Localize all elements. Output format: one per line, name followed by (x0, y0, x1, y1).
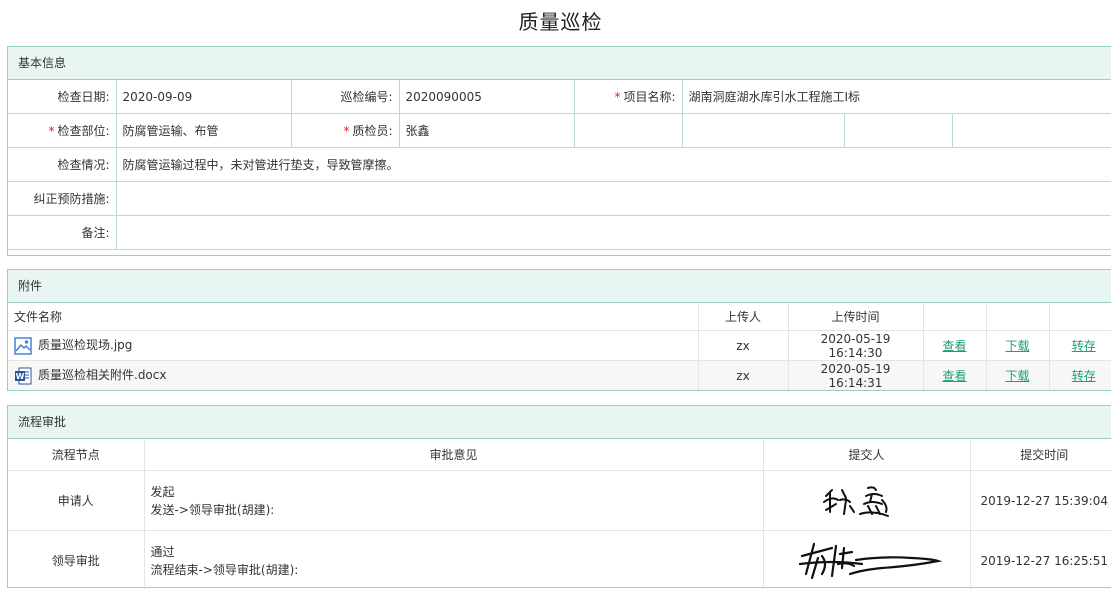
col-empty (923, 303, 987, 331)
flow-text: 流程结束->领导审批(胡建): (150, 562, 299, 577)
opinion-text: 通过 (150, 544, 175, 559)
transfer-link[interactable]: 转存 (1072, 339, 1096, 353)
signature-image: 张鑫 (822, 486, 889, 521)
view-link[interactable]: 查看 (942, 339, 966, 353)
check-date-label: 检查日期: (8, 80, 117, 114)
attachments-header: 附件 (8, 270, 1111, 303)
required-mark: * (343, 124, 350, 138)
empty-cell (573, 113, 683, 148)
signature-cell: 胡建 (763, 530, 971, 590)
basic-info-header: 基本信息 (8, 47, 1111, 80)
part-value: 防腐管运输、布管 (115, 113, 292, 148)
table-row: 质量巡检现场.jpg zx 2020-05-19 16:14:30 查看 下载 … (8, 330, 1111, 361)
col-time: 提交时间 (970, 439, 1111, 471)
col-empty (1049, 303, 1111, 331)
image-file-icon (14, 337, 32, 355)
svg-text:胡建: 胡建 (867, 580, 869, 583)
basic-info-panel: 基本信息 检查日期: 2020-09-09 巡检编号: 2020090005 *… (7, 46, 1111, 256)
col-opinion: 审批意见 (144, 439, 764, 471)
opinion: 发起 发送->领导审批(胡建): (144, 470, 764, 531)
signature-cell: 张鑫 (763, 470, 971, 531)
col-node: 流程节点 (8, 439, 145, 471)
project-label: * 项目名称: (573, 80, 683, 114)
col-empty (986, 303, 1050, 331)
uploader: zx (698, 330, 789, 361)
empty-cell (843, 113, 953, 148)
part-label: * 检查部位: (8, 113, 117, 148)
approval-row: 领导审批 通过 流程结束->领导审批(胡建): 胡建 2019-12-27 16… (8, 530, 1111, 590)
opinion: 通过 流程结束->领导审批(胡建): (144, 530, 764, 590)
col-upload-time: 上传时间 (788, 303, 924, 331)
view-link[interactable]: 查看 (942, 369, 966, 383)
word-file-icon: W (14, 367, 32, 385)
upload-time: 2020-05-19 16:14:30 (788, 330, 924, 361)
upload-time: 2020-05-19 16:14:31 (788, 360, 924, 390)
transfer-link[interactable]: 转存 (1072, 369, 1096, 383)
signature-image: 胡建 (798, 542, 942, 583)
table-row: W 质量巡检相关附件.docx zx 2020-05-19 16:14:31 查… (8, 360, 1111, 390)
submit-time: 2019-12-27 15:39:04 (970, 470, 1111, 531)
flow-text: 发送->领导审批(胡建): (150, 502, 275, 517)
check-date-value: 2020-09-09 (115, 80, 292, 114)
download-link[interactable]: 下载 (1005, 369, 1029, 383)
project-value: 湖南洞庭湖水库引水工程施工I标 (681, 80, 1111, 114)
uploader: zx (698, 360, 789, 390)
situation-value: 防腐管运输过程中，未对管进行垫支，导致管摩擦。 (115, 147, 1111, 182)
page-title: 质量巡检 (518, 10, 603, 34)
file-name-cell: W 质量巡检相关附件.docx (8, 360, 699, 390)
patrol-no-label: 巡检编号: (290, 80, 400, 114)
empty-cell (681, 113, 845, 148)
opinion-text: 发起 (150, 484, 175, 499)
col-file-name: 文件名称 (8, 303, 699, 331)
inspector-label: * 质检员: (290, 113, 400, 148)
required-mark: * (614, 90, 621, 104)
approval-table: 流程节点 审批意见 提交人 提交时间 申请人 发起 发送->领导审批(胡建): (8, 439, 1111, 590)
attachments-table: 文件名称 上传人 上传时间 质量巡检现场.jpg zx 2020-05-19 1… (8, 303, 1111, 390)
approval-panel: 流程审批 流程节点 审批意见 提交人 提交时间 申请人 发起 发送->领导审批(… (7, 405, 1111, 590)
col-uploader: 上传人 (698, 303, 789, 331)
download-link[interactable]: 下载 (1005, 339, 1029, 353)
submit-time: 2019-12-27 16:25:51 (980, 553, 1108, 568)
measures-value (115, 181, 1111, 216)
patrol-no-value: 2020090005 (398, 80, 575, 114)
inspector-value: 张鑫 (398, 113, 575, 148)
required-mark: * (48, 124, 55, 138)
col-submitter: 提交人 (763, 439, 971, 471)
svg-text:W: W (16, 372, 25, 381)
remark-value (115, 215, 1111, 250)
file-name-cell: 质量巡检现场.jpg (8, 330, 699, 361)
node: 领导审批 (8, 530, 145, 590)
measures-label: 纠正预防措施: (8, 181, 117, 216)
remark-label: 备注: (8, 215, 117, 250)
file-name: 质量巡检相关附件.docx (38, 368, 167, 383)
file-name: 质量巡检现场.jpg (38, 338, 133, 353)
approval-row: 申请人 发起 发送->领导审批(胡建): 张鑫 2019-12-27 15:39… (8, 470, 1111, 531)
attachments-panel: 附件 文件名称 上传人 上传时间 质量巡检现场.jpg zx 2020-05-1… (7, 269, 1111, 391)
situation-label: 检查情况: (8, 147, 117, 182)
empty-cell (951, 113, 1111, 148)
basic-info-table: 检查日期: 2020-09-09 巡检编号: 2020090005 * 项目名称:… (8, 80, 1111, 250)
svg-text:张鑫: 张鑫 (867, 518, 869, 521)
node: 申请人 (8, 470, 145, 531)
approval-header: 流程审批 (8, 406, 1111, 439)
